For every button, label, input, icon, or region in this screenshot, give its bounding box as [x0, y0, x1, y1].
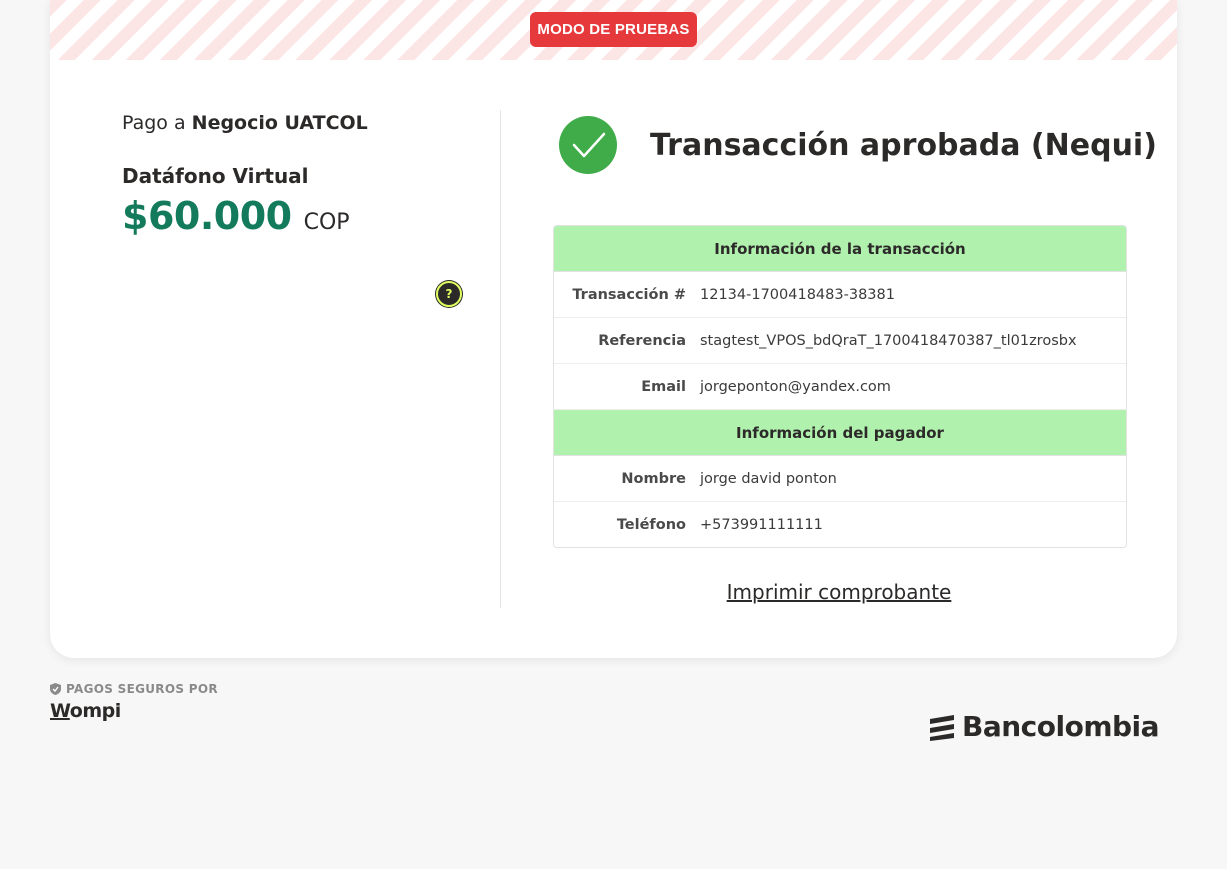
row-label: Teléfono [616, 516, 686, 533]
table-row: Email jorgeponton@yandex.com [554, 364, 1126, 410]
bank-name: Bancolombia [962, 710, 1160, 743]
wompi-logo: Wompi [50, 700, 121, 722]
merchant-line: Pago a Negocio UATCOL [122, 110, 502, 136]
shield-check-icon [50, 683, 61, 695]
table-row: Transacción # 12134-1700418483-38381 [554, 272, 1126, 318]
amount-row: $60.000 COP [122, 194, 502, 238]
product-name: Datáfono Virtual [122, 164, 309, 188]
row-value: 12134-1700418483-38381 [700, 286, 895, 303]
row-label: Transacción # [572, 286, 686, 303]
payer-section-header: Información del pagador [554, 410, 1126, 456]
transaction-section-header: Información de la transacción [554, 226, 1126, 272]
check-circle-icon [559, 116, 617, 174]
row-label: Email [641, 378, 686, 395]
amount-currency: COP [303, 210, 350, 235]
merchant-prefix: Pago a [122, 112, 186, 134]
transaction-info-table: Información de la transacción Transacció… [553, 225, 1127, 548]
table-row: Nombre jorge david ponton [554, 456, 1126, 502]
row-value: stagtest_VPOS_bdQraT_1700418470387_tl01z… [700, 332, 1077, 349]
help-icon[interactable]: ? [436, 281, 462, 307]
amount-value: $60.000 [122, 194, 292, 238]
secure-payments-label: PAGOS SEGUROS POR [50, 682, 218, 696]
column-divider [500, 110, 501, 608]
row-value: jorgeponton@yandex.com [700, 378, 891, 395]
row-label: Nombre [621, 470, 686, 487]
table-row: Referencia stagtest_VPOS_bdQraT_17004184… [554, 318, 1126, 364]
checkout-card: MODO DE PRUEBAS Pago a Negocio UATCOL Da… [50, 0, 1177, 658]
test-mode-banner: MODO DE PRUEBAS [50, 0, 1177, 60]
bancolombia-logo: Bancolombia [928, 710, 1160, 743]
row-value: +573991111111 [700, 516, 823, 533]
print-receipt-link[interactable]: Imprimir comprobante [553, 580, 1125, 604]
row-label: Referencia [598, 332, 686, 349]
order-summary: Pago a Negocio UATCOL Datáfono Virtual $… [122, 110, 502, 238]
bancolombia-stripes-icon [930, 714, 954, 741]
merchant-name: Negocio UATCOL [191, 112, 368, 134]
row-value: jorge david ponton [700, 470, 837, 487]
secure-text: PAGOS SEGUROS POR [66, 682, 218, 696]
transaction-status-title: Transacción aprobada (Nequi) [650, 128, 1157, 163]
table-row: Teléfono +573991111111 [554, 502, 1126, 547]
test-mode-badge: MODO DE PRUEBAS [530, 12, 697, 47]
